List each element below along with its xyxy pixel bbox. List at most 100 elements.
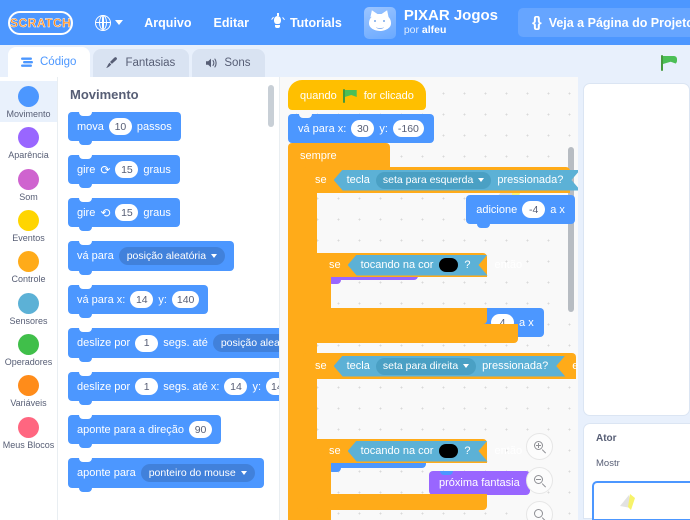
block-input-degrees[interactable]: 15 bbox=[115, 161, 139, 178]
block-input-x[interactable]: 14 bbox=[130, 291, 154, 308]
block-input-x[interactable]: 30 bbox=[351, 120, 375, 137]
block-palette[interactable]: Movimento mova 10 passos gire ⟳ 15 graus… bbox=[58, 77, 280, 520]
palette-block-move[interactable]: mova 10 passos bbox=[68, 112, 181, 145]
zoom-reset-button[interactable] bbox=[526, 501, 553, 520]
block-label: sempre bbox=[300, 150, 337, 162]
palette-block-turn-left[interactable]: gire ⟲ 15 graus bbox=[68, 198, 180, 231]
script-boolean-key-pressed-left[interactable]: tecla seta para esquerda pressionada? bbox=[334, 170, 578, 191]
key-dropdown-left[interactable]: seta para esquerda bbox=[376, 172, 491, 189]
palette-block-glide-to[interactable]: deslize por 1 segs. até posição aleatóri… bbox=[68, 328, 279, 362]
inner-if-foot-right bbox=[317, 494, 487, 510]
block-label: y: bbox=[158, 293, 167, 306]
block-input-y[interactable]: -160 bbox=[392, 120, 424, 137]
palette-heading: Movimento bbox=[70, 87, 139, 102]
category-controle[interactable]: Controle bbox=[0, 246, 57, 287]
script-workspace[interactable]: quando for clicado vá para x: 30 y: -160… bbox=[280, 77, 578, 520]
category-movimento[interactable]: Movimento bbox=[0, 81, 57, 123]
forever-left-arm bbox=[288, 167, 303, 520]
script-boolean-key-pressed-right[interactable]: tecla seta para direita pressionada? bbox=[334, 356, 566, 377]
block-label: vá para bbox=[77, 250, 114, 262]
tutorials-button[interactable]: Tutorials bbox=[260, 12, 354, 30]
project-author: por alfeu bbox=[403, 23, 447, 36]
magnifier-plus-icon bbox=[534, 441, 546, 453]
block-label: a x bbox=[519, 316, 534, 329]
category-color-dot bbox=[18, 416, 39, 438]
code-blocks-icon bbox=[20, 55, 34, 69]
palette-block-goto[interactable]: vá para posição aleatória bbox=[68, 241, 235, 275]
script-block-if-right[interactable]: se tecla seta para direita pressionada? … bbox=[303, 353, 578, 379]
palette-block-point-direction[interactable]: aponte para a direção 90 bbox=[68, 415, 222, 448]
tab-row: Código Fantasias Sons bbox=[0, 45, 690, 77]
category-eventos[interactable]: Eventos bbox=[0, 205, 57, 246]
block-input-y[interactable]: 140 bbox=[266, 378, 279, 395]
block-dropdown-target[interactable]: posição aleatória bbox=[118, 247, 226, 265]
sprite-card[interactable] bbox=[592, 481, 690, 520]
category-label: Operadores bbox=[4, 357, 53, 368]
lightbulb-icon bbox=[271, 12, 286, 30]
script-block-next-costume-right[interactable]: próxima fantasia bbox=[429, 470, 530, 499]
block-input-steps[interactable]: 10 bbox=[108, 118, 132, 135]
script-block-forever[interactable]: sempre bbox=[288, 143, 390, 169]
script-block-if-touching-color-left[interactable]: se tocando na cor ? então bbox=[317, 253, 522, 277]
script-block-if-touching-color-right[interactable]: se tocando na cor ? então bbox=[317, 439, 522, 463]
palette-block-goto-xy[interactable]: vá para x: 14 y: 140 bbox=[68, 285, 209, 318]
category-color-dot bbox=[18, 292, 39, 314]
menu-item-editar[interactable]: Editar bbox=[203, 16, 260, 30]
category-label: Aparência bbox=[8, 150, 49, 161]
script-block-change-x-left[interactable]: adicione -4 a x bbox=[466, 195, 575, 228]
palette-block-glide-xy[interactable]: deslize por 1 segs. até x: 14 y: 140 bbox=[68, 372, 279, 405]
block-dropdown-target[interactable]: posição aleatória bbox=[212, 334, 279, 352]
block-label: quando bbox=[300, 90, 337, 102]
green-flag-button[interactable] bbox=[661, 55, 678, 71]
category-label: Eventos bbox=[12, 233, 45, 244]
block-dropdown-target[interactable]: ponteiro do mouse bbox=[140, 464, 255, 482]
scratch-logo[interactable]: SCRATCH bbox=[8, 10, 74, 35]
block-input-y[interactable]: 140 bbox=[171, 291, 200, 308]
tab-fantasias[interactable]: Fantasias bbox=[93, 49, 190, 77]
tutorials-label: Tutorials bbox=[289, 15, 342, 30]
block-input-secs[interactable]: 1 bbox=[135, 378, 159, 395]
magnifier-icon bbox=[534, 509, 546, 520]
block-label: mova bbox=[77, 120, 104, 133]
tab-fantasias-label: Fantasias bbox=[125, 57, 176, 69]
color-swatch-left[interactable] bbox=[439, 258, 458, 272]
palette-block-turn-right[interactable]: gire ⟳ 15 graus bbox=[68, 155, 180, 188]
block-label: aponte para a direção bbox=[77, 423, 185, 436]
block-label: então bbox=[572, 360, 578, 372]
script-boolean-touching-color-right[interactable]: tocando na cor ? bbox=[348, 441, 488, 462]
category-label: Sensores bbox=[9, 315, 48, 326]
stage-column: Ator Mostr bbox=[578, 77, 690, 520]
zoom-out-button[interactable] bbox=[526, 467, 553, 494]
category-meus-blocos[interactable]: Meus Blocos bbox=[0, 412, 57, 453]
color-swatch-right[interactable] bbox=[439, 444, 458, 458]
block-input-change-x[interactable]: -4 bbox=[522, 201, 546, 218]
block-label: passos bbox=[136, 120, 172, 133]
palette-scrollbar[interactable] bbox=[268, 85, 274, 127]
menu-item-arquivo[interactable]: Arquivo bbox=[133, 16, 202, 30]
category-sensores[interactable]: Sensores bbox=[0, 288, 57, 329]
key-dropdown-right[interactable]: seta para direita bbox=[376, 358, 476, 375]
script-block-goto-xy[interactable]: vá para x: 30 y: -160 bbox=[288, 114, 434, 147]
block-input-direction[interactable]: 90 bbox=[189, 421, 213, 438]
palette-block-point-towards[interactable]: aponte para ponteiro do mouse bbox=[68, 458, 264, 492]
block-label: segs. até bbox=[163, 337, 208, 349]
block-input-x[interactable]: 14 bbox=[224, 378, 248, 395]
zoom-in-button[interactable] bbox=[526, 433, 553, 460]
language-selector[interactable] bbox=[85, 14, 133, 31]
block-input-degrees[interactable]: 15 bbox=[115, 204, 139, 221]
tab-codigo[interactable]: Código bbox=[8, 47, 91, 77]
block-label: for clicado bbox=[363, 90, 414, 102]
block-input-secs[interactable]: 1 bbox=[135, 334, 159, 352]
zoom-controls bbox=[526, 433, 553, 520]
category-aparencia[interactable]: Aparência bbox=[0, 122, 57, 163]
category-operadores[interactable]: Operadores bbox=[0, 329, 57, 370]
script-boolean-touching-color-left[interactable]: tocando na cor ? bbox=[348, 255, 488, 276]
category-som[interactable]: Som bbox=[0, 164, 57, 205]
see-project-page-button[interactable]: {} Veja a Página do Projeto bbox=[518, 8, 690, 37]
stage[interactable] bbox=[583, 83, 690, 416]
category-variaveis[interactable]: Variáveis bbox=[0, 370, 57, 411]
script-block-if-left[interactable]: se tecla seta para esquerda pressionada?… bbox=[303, 167, 570, 193]
block-label: y: bbox=[252, 380, 262, 393]
tab-sons[interactable]: Sons bbox=[192, 49, 265, 77]
script-hat-when-flag-clicked[interactable]: quando for clicado bbox=[288, 80, 426, 110]
